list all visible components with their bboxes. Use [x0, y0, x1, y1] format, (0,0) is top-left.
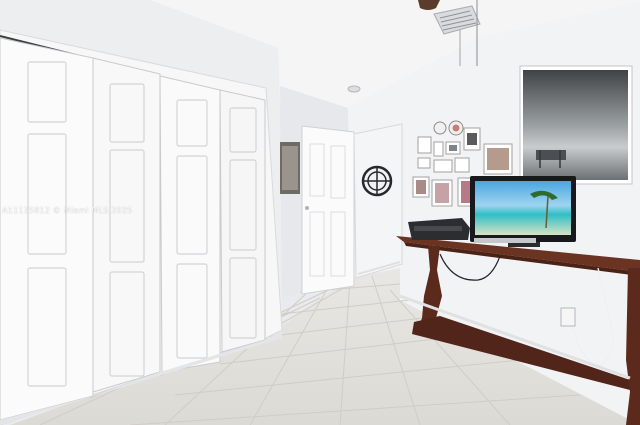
large-framed-photo [519, 65, 633, 185]
closet-door-panel[interactable] [0, 37, 94, 421]
room-photo: A11135812 © Miami MLS 2025 [0, 0, 640, 425]
smoke-detector [347, 85, 361, 93]
closet-door-panel[interactable] [159, 75, 221, 373]
wall-outlet [560, 307, 576, 327]
closet-door-panel[interactable] [219, 89, 266, 353]
bedroom-door[interactable] [301, 125, 355, 295]
closet-door-panel[interactable] [92, 57, 161, 393]
doorway [353, 123, 403, 279]
television [470, 176, 576, 247]
round-mirror-icon [361, 165, 393, 197]
mls-watermark: A11135812 © Miami MLS 2025 [2, 206, 133, 215]
wall-photo-small [280, 142, 300, 194]
